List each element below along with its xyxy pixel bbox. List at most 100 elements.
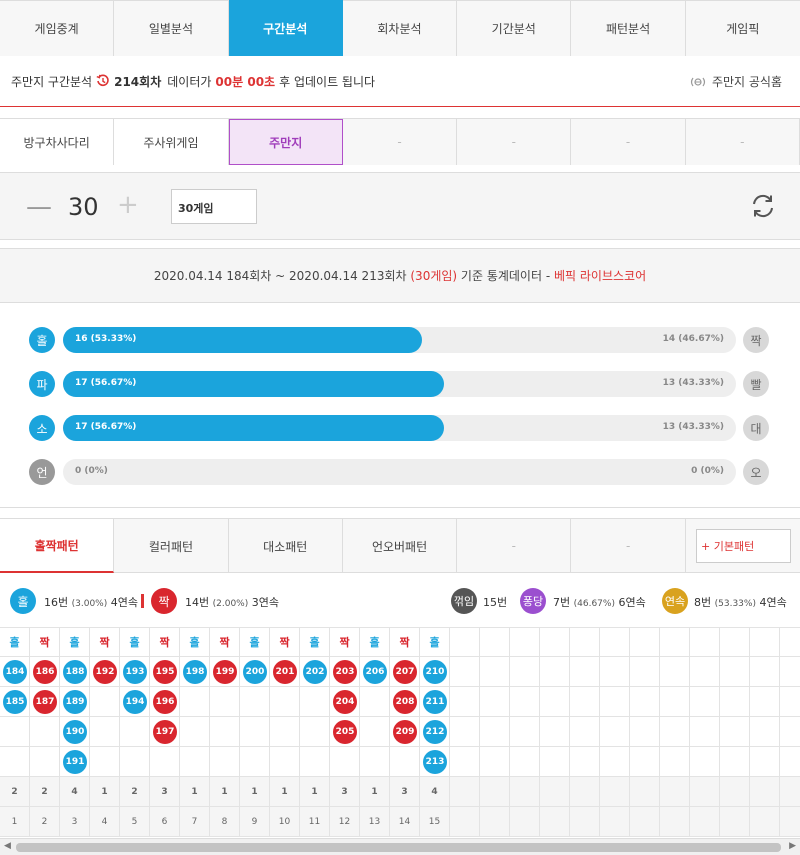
grid-cell — [570, 717, 600, 747]
column-index: 3 — [60, 807, 90, 837]
column-count — [570, 777, 600, 807]
grid-cell — [120, 747, 150, 777]
grid-cell — [30, 717, 60, 747]
left-value: 16 (53.33%) — [75, 334, 137, 344]
column-index — [720, 807, 750, 837]
tab-5[interactable]: 기간분석 — [457, 0, 572, 56]
decrease-button[interactable]: — — [26, 194, 52, 220]
right-label-badge: 오 — [743, 459, 769, 485]
official-home-link[interactable]: 주만지 공식홈 — [690, 73, 782, 90]
basic-pattern-button[interactable]: + 기본패턴 — [696, 529, 791, 563]
seq-badge: 연속 — [662, 588, 688, 614]
game-count-value: 30 — [68, 193, 99, 221]
column-header — [720, 627, 750, 657]
round-ball: 185 — [3, 690, 27, 714]
horizontal-scrollbar[interactable]: ◀ ▶ — [0, 838, 800, 855]
grid-cell — [450, 747, 480, 777]
scroll-thumb[interactable] — [16, 843, 781, 852]
tab-4[interactable]: 회차분석 — [342, 0, 458, 56]
grid-cell — [30, 747, 60, 777]
column-index: 12 — [330, 807, 360, 837]
grid-cell — [360, 747, 390, 777]
pattern-tab-2[interactable]: 컬러패턴 — [114, 519, 229, 573]
column-index: 7 — [180, 807, 210, 837]
tab-7[interactable]: 게임픽 — [685, 0, 800, 56]
round-ball: 196 — [153, 690, 177, 714]
grid-cell — [690, 717, 720, 747]
column-count — [660, 777, 690, 807]
column-header — [750, 627, 780, 657]
round-ball: 212 — [423, 720, 447, 744]
column-count — [600, 777, 630, 807]
column-count: 4 — [420, 777, 450, 807]
column-header — [780, 627, 800, 657]
odd-badge: 홀 — [10, 588, 36, 614]
current-round: 214회차 — [114, 74, 162, 89]
grid-cell — [120, 717, 150, 747]
round-ball: 202 — [303, 660, 327, 684]
column-count — [630, 777, 660, 807]
grid-cell — [630, 657, 660, 687]
game-count-select[interactable]: 30게임 — [171, 189, 257, 224]
column-header — [450, 627, 480, 657]
left-label-badge: 파 — [29, 371, 55, 397]
summary-divider — [141, 594, 144, 608]
tab-6[interactable]: 패턴분석 — [571, 0, 686, 56]
tab-3[interactable]: 구간분석 — [228, 0, 343, 56]
grid-cell — [300, 687, 330, 717]
pong-badge: 퐁당 — [520, 588, 546, 614]
round-ball: 184 — [3, 660, 27, 684]
round-ball: 192 — [93, 660, 117, 684]
round-ball: 195 — [153, 660, 177, 684]
right-value: 13 (43.33%) — [662, 422, 724, 432]
column-index: 15 — [420, 807, 450, 837]
scroll-left-icon[interactable]: ◀ — [4, 841, 11, 851]
column-index: 14 — [390, 807, 420, 837]
round-ball: 187 — [33, 690, 57, 714]
grid-cell — [750, 687, 780, 717]
grid-cell — [270, 717, 300, 747]
grid-cell — [330, 747, 360, 777]
round-ball: 208 — [393, 690, 417, 714]
grid-cell — [300, 747, 330, 777]
scroll-right-icon[interactable]: ▶ — [789, 841, 796, 851]
grid-cell — [150, 747, 180, 777]
grid-cell — [0, 717, 30, 747]
column-header: 홀 — [240, 627, 270, 657]
grid-cell — [0, 747, 30, 777]
grid-cell — [750, 657, 780, 687]
grid-cell — [180, 687, 210, 717]
refresh-icon[interactable] — [750, 193, 776, 222]
column-header: 짝 — [210, 627, 240, 657]
subtab-3[interactable]: 주만지 — [228, 119, 343, 165]
right-label-badge: 빨 — [743, 371, 769, 397]
pattern-tab-3[interactable]: 대소패턴 — [229, 519, 343, 573]
round-ball: 210 — [423, 660, 447, 684]
ratio-bars: 홀 16 (53.33%) 14 (46.67%) 짝 파 17 (56.67%) 13 (… — [0, 303, 800, 508]
grid-cell — [720, 687, 750, 717]
grid-cell — [570, 747, 600, 777]
round-ball: 205 — [333, 720, 357, 744]
tab-1[interactable]: 게임중계 — [0, 0, 115, 56]
increase-button[interactable]: + — [117, 192, 139, 218]
grid-cell — [90, 687, 120, 717]
break-badge: 꺾임 — [451, 588, 477, 614]
column-index — [750, 807, 780, 837]
round-ball: 188 — [63, 660, 87, 684]
grid-cell — [240, 687, 270, 717]
subtab-1[interactable]: 방구차사다리 — [0, 119, 115, 165]
grid-cell — [210, 687, 240, 717]
round-ball: 211 — [423, 690, 447, 714]
grid-cell — [390, 747, 420, 777]
pattern-grid: 홀 짝 홀 짝 홀 짝 홀 짝 홀 짝 홀 짝 홀 짝 홀 184 185 186 187 188 189 190 191 1… — [0, 627, 800, 838]
column-count — [750, 777, 780, 807]
column-count — [480, 777, 510, 807]
subtab-2[interactable]: 주사위게임 — [114, 119, 229, 165]
column-index — [600, 807, 630, 837]
grid-cell — [450, 717, 480, 747]
column-header — [630, 627, 660, 657]
pattern-tab-4[interactable]: 언오버패턴 — [343, 519, 458, 573]
tab-2[interactable]: 일별분석 — [114, 0, 229, 56]
column-index — [660, 807, 690, 837]
pattern-tab-1[interactable]: 홀짝패턴 — [0, 519, 115, 573]
